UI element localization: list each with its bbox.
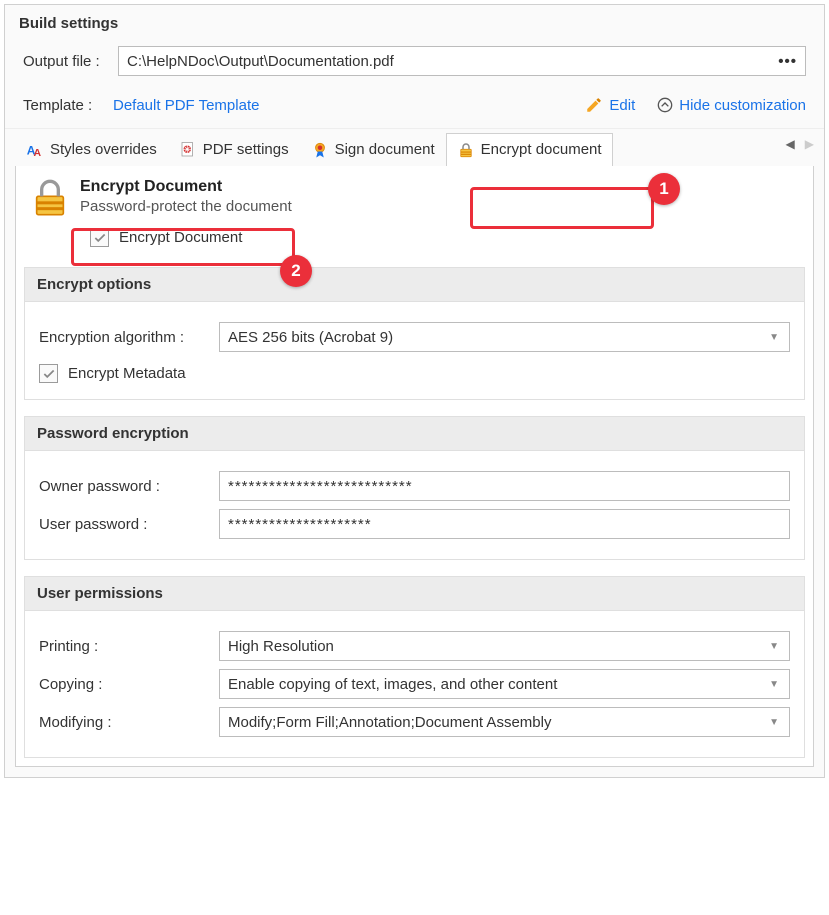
lock-icon bbox=[457, 141, 475, 159]
styles-icon: AA bbox=[26, 141, 44, 159]
tab-nav-left-icon[interactable]: ◀ bbox=[786, 137, 795, 151]
edit-label: Edit bbox=[609, 97, 635, 114]
owner-password-label: Owner password : bbox=[39, 478, 219, 495]
hide-label: Hide customization bbox=[679, 97, 806, 114]
encrypt-options-section: Encrypt options Encryption algorithm : A… bbox=[24, 267, 805, 400]
svg-text:A: A bbox=[34, 147, 42, 159]
output-file-label: Output file : bbox=[23, 53, 118, 70]
modifying-select[interactable]: Modify;Form Fill;Annotation;Document Ass… bbox=[219, 707, 790, 737]
encrypt-metadata-checkbox[interactable] bbox=[39, 364, 58, 383]
user-permissions-head: User permissions bbox=[25, 577, 804, 611]
caret-down-icon: ▼ bbox=[769, 641, 779, 652]
tab-encrypt-document[interactable]: Encrypt document bbox=[446, 133, 613, 167]
encrypt-options-head: Encrypt options bbox=[25, 268, 804, 302]
algorithm-label: Encryption algorithm : bbox=[39, 329, 219, 346]
ribbon-icon bbox=[311, 141, 329, 159]
pdf-icon bbox=[179, 141, 197, 159]
modifying-value: Modify;Form Fill;Annotation;Document Ass… bbox=[228, 714, 551, 731]
encrypt-document-checkbox[interactable] bbox=[90, 228, 109, 247]
encrypt-checkbox-label: Encrypt Document bbox=[119, 229, 242, 246]
printing-label: Printing : bbox=[39, 638, 219, 655]
user-permissions-section: User permissions Printing : High Resolut… bbox=[24, 576, 805, 758]
callout-2: 2 bbox=[280, 255, 312, 287]
encrypt-header: Encrypt Document Password-protect the do… bbox=[24, 176, 805, 224]
tab-pdf-settings[interactable]: PDF settings bbox=[168, 133, 300, 167]
user-password-input[interactable]: ********************* bbox=[219, 509, 790, 539]
output-file-input[interactable]: C:\HelpNDoc\Output\Documentation.pdf ••• bbox=[118, 46, 806, 76]
algorithm-value: AES 256 bits (Acrobat 9) bbox=[228, 329, 393, 346]
encrypt-subtitle: Password-protect the document bbox=[80, 198, 292, 215]
caret-down-icon: ▼ bbox=[769, 717, 779, 728]
template-row: Template : Default PDF Template Edit Hid… bbox=[5, 82, 824, 128]
copying-label: Copying : bbox=[39, 676, 219, 693]
password-encryption-head: Password encryption bbox=[25, 417, 804, 451]
check-icon bbox=[42, 367, 56, 381]
encrypt-title: Encrypt Document bbox=[80, 178, 292, 196]
callout-1: 1 bbox=[648, 173, 680, 205]
build-settings-panel: Build settings Output file : C:\HelpNDoc… bbox=[4, 4, 825, 778]
lock-large-icon bbox=[30, 178, 70, 218]
encrypt-metadata-label: Encrypt Metadata bbox=[68, 365, 186, 382]
copying-select[interactable]: Enable copying of text, images, and othe… bbox=[219, 669, 790, 699]
edit-link[interactable]: Edit bbox=[585, 96, 635, 114]
modifying-label: Modifying : bbox=[39, 714, 219, 731]
owner-password-input[interactable]: *************************** bbox=[219, 471, 790, 501]
template-link[interactable]: Default PDF Template bbox=[113, 97, 259, 114]
caret-down-icon: ▼ bbox=[769, 679, 779, 690]
encrypt-metadata-row[interactable]: Encrypt Metadata bbox=[39, 360, 790, 387]
user-password-label: User password : bbox=[39, 516, 219, 533]
output-file-row: Output file : C:\HelpNDoc\Output\Documen… bbox=[5, 40, 824, 82]
tab-sign-document[interactable]: Sign document bbox=[300, 133, 446, 167]
tab-nav: ◀ ▶ bbox=[786, 137, 814, 151]
algorithm-select[interactable]: AES 256 bits (Acrobat 9) ▼ bbox=[219, 322, 790, 352]
encrypt-document-checkbox-row[interactable]: Encrypt Document bbox=[82, 224, 292, 251]
pencil-icon bbox=[585, 96, 603, 114]
printing-value: High Resolution bbox=[228, 638, 334, 655]
tab-styles-overrides[interactable]: AA Styles overrides bbox=[15, 133, 168, 167]
caret-down-icon: ▼ bbox=[769, 332, 779, 343]
tab-bar: AA Styles overrides PDF settings Sign do… bbox=[5, 128, 824, 166]
printing-select[interactable]: High Resolution ▼ bbox=[219, 631, 790, 661]
encrypt-tab-content: Encrypt Document Password-protect the do… bbox=[15, 166, 814, 767]
chevron-up-circle-icon bbox=[657, 97, 673, 113]
copying-value: Enable copying of text, images, and othe… bbox=[228, 676, 557, 693]
output-file-value: C:\HelpNDoc\Output\Documentation.pdf bbox=[127, 53, 394, 70]
password-encryption-section: Password encryption Owner password : ***… bbox=[24, 416, 805, 560]
panel-title: Build settings bbox=[5, 5, 824, 40]
check-icon bbox=[93, 231, 107, 245]
template-label: Template : bbox=[23, 97, 113, 114]
hide-customization-link[interactable]: Hide customization bbox=[657, 97, 806, 114]
tab-nav-right-icon[interactable]: ▶ bbox=[805, 137, 814, 151]
browse-icon[interactable]: ••• bbox=[778, 53, 797, 70]
